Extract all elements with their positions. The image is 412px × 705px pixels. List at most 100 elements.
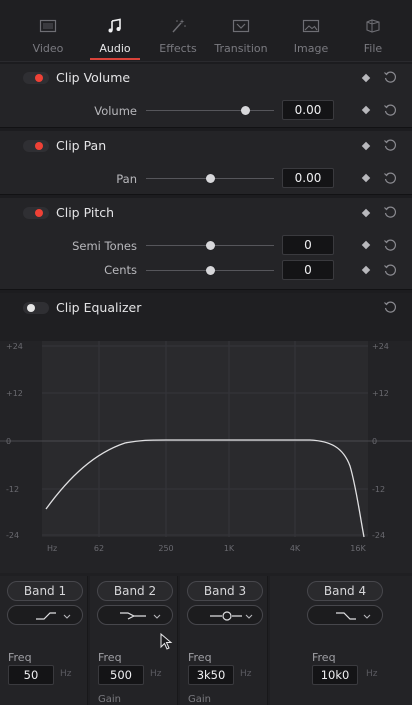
eq-x-tick-label: 250 xyxy=(158,544,173,553)
clip-pan-section: Clip Pan Pan 0.00 xyxy=(0,131,412,195)
chevron-down-icon xyxy=(63,614,71,619)
eq-graph[interactable]: +24 +12 0 -12 -24 +24 +12 0 -12 -24 Hz 62 250 1K 4K 1… xyxy=(0,341,412,573)
keyframe-icon[interactable] xyxy=(361,173,371,183)
keyframe-icon[interactable] xyxy=(361,73,371,83)
clip-pitch-section: Clip Pitch Semi Tones 0 Cents 0 xyxy=(0,198,412,290)
eq-x-tick-label: 1K xyxy=(224,544,235,553)
reset-icon[interactable] xyxy=(383,238,397,252)
tab-transition[interactable]: Transition xyxy=(210,0,272,62)
band-1-filter-dropdown[interactable] xyxy=(7,605,83,625)
band-4-panel: Band 4 Freq 10k0 Hz xyxy=(270,576,412,705)
reset-icon[interactable] xyxy=(383,205,397,219)
section-title: Clip Pan xyxy=(56,138,107,153)
band-1-button[interactable]: Band 1 xyxy=(7,581,83,601)
band-2-button[interactable]: Band 2 xyxy=(97,581,173,601)
freq-label: Freq xyxy=(8,651,32,664)
image-icon xyxy=(302,19,320,33)
clip-pitch-toggle[interactable] xyxy=(23,207,49,219)
band-3-panel: Band 3 Freq 3k50 Hz Gain xyxy=(180,576,268,705)
eq-y-tick-label: -12 xyxy=(372,485,385,494)
eq-y-tick-label: +24 xyxy=(6,342,23,351)
low-shelf-icon xyxy=(36,612,71,620)
reset-icon[interactable] xyxy=(383,70,397,84)
freq-label: Freq xyxy=(98,651,122,664)
keyframe-icon[interactable] xyxy=(361,240,371,250)
section-title: Clip Volume xyxy=(56,70,131,85)
clip-equalizer-toggle[interactable] xyxy=(23,302,49,314)
file-icon xyxy=(366,19,380,33)
eq-x-tick-label: 16K xyxy=(350,544,366,553)
reset-icon[interactable] xyxy=(383,263,397,277)
param-label: Pan xyxy=(116,172,137,186)
video-icon xyxy=(39,19,57,33)
eq-y-tick-label: +12 xyxy=(6,389,23,398)
clip-volume-toggle[interactable] xyxy=(23,72,49,84)
chevron-down-icon xyxy=(245,614,253,619)
tab-image[interactable]: Image xyxy=(280,0,342,62)
reset-icon[interactable] xyxy=(383,171,397,185)
reset-icon[interactable] xyxy=(383,103,397,117)
unit-label: Hz xyxy=(150,669,162,679)
eq-y-tick-label: -24 xyxy=(6,531,19,540)
section-title: Clip Equalizer xyxy=(56,300,142,315)
volume-value-field[interactable]: 0.00 xyxy=(282,100,334,120)
inspector-tabs: Video Audio Effects Transition Image Fil… xyxy=(0,0,412,62)
semitones-slider-knob[interactable] xyxy=(206,241,215,250)
bell-filter-icon xyxy=(120,612,161,620)
tab-audio[interactable]: Audio xyxy=(84,0,146,62)
band-4-button[interactable]: Band 4 xyxy=(307,581,383,601)
cents-value-field[interactable]: 0 xyxy=(282,260,334,280)
active-tab-indicator xyxy=(90,58,140,60)
gain-label: Gain xyxy=(188,694,211,705)
tab-effects[interactable]: Effects xyxy=(147,0,209,62)
keyframe-icon[interactable] xyxy=(361,105,371,115)
keyframe-icon[interactable] xyxy=(361,141,371,151)
eq-y-tick-label: +12 xyxy=(372,389,389,398)
reset-icon[interactable] xyxy=(383,138,397,152)
band-4-freq-field[interactable]: 10k0 xyxy=(312,665,358,685)
clip-volume-section: Clip Volume Volume 0.00 xyxy=(0,64,412,128)
band-3-filter-dropdown[interactable] xyxy=(187,605,263,625)
eq-y-tick-label: 0 xyxy=(372,437,377,446)
tab-video[interactable]: Video xyxy=(17,0,79,62)
section-title: Clip Pitch xyxy=(56,205,115,220)
keyframe-icon[interactable] xyxy=(361,208,371,218)
music-note-icon xyxy=(108,18,121,33)
band-3-button[interactable]: Band 3 xyxy=(187,581,263,601)
volume-slider-knob[interactable] xyxy=(241,106,250,115)
pan-value-field[interactable]: 0.00 xyxy=(282,168,334,188)
eq-y-tick-label: -24 xyxy=(372,531,385,540)
eq-y-tick-label: +24 xyxy=(372,342,389,351)
band-2-freq-field[interactable]: 500 xyxy=(98,665,144,685)
toggle-indicator xyxy=(35,142,43,150)
volume-slider[interactable] xyxy=(146,110,274,111)
band-3-freq-field[interactable]: 3k50 xyxy=(188,665,234,685)
band-2-filter-dropdown[interactable] xyxy=(97,605,173,625)
chevron-down-icon xyxy=(363,614,371,619)
band-2-panel: Band 2 Freq 500 Hz Gain xyxy=(90,576,178,705)
param-label: Volume xyxy=(94,104,137,118)
mouse-cursor-icon xyxy=(160,633,173,650)
cents-slider-knob[interactable] xyxy=(206,266,215,275)
eq-y-tick-label: 0 xyxy=(6,437,11,446)
freq-label: Freq xyxy=(312,651,336,664)
eq-x-tick-label: Hz xyxy=(47,544,57,553)
reset-icon[interactable] xyxy=(383,300,397,314)
keyframe-icon[interactable] xyxy=(361,265,371,275)
eq-x-tick-label: 4K xyxy=(290,544,301,553)
freq-label: Freq xyxy=(188,651,212,664)
toggle-indicator xyxy=(35,209,43,217)
gain-label: Gain xyxy=(98,694,121,705)
tab-file[interactable]: File xyxy=(342,0,404,62)
unit-label: Hz xyxy=(366,669,378,679)
band-4-filter-dropdown[interactable] xyxy=(307,605,383,625)
toggle-indicator xyxy=(27,304,35,312)
high-shelf-icon xyxy=(336,612,371,620)
band-1-panel: Band 1 Freq 50 Hz xyxy=(0,576,88,705)
param-label: Semi Tones xyxy=(72,239,137,253)
band-1-freq-field[interactable]: 50 xyxy=(8,665,54,685)
notch-filter-icon xyxy=(210,611,253,621)
pan-slider-knob[interactable] xyxy=(206,174,215,183)
clip-pan-toggle[interactable] xyxy=(23,140,49,152)
semitones-value-field[interactable]: 0 xyxy=(282,235,334,255)
